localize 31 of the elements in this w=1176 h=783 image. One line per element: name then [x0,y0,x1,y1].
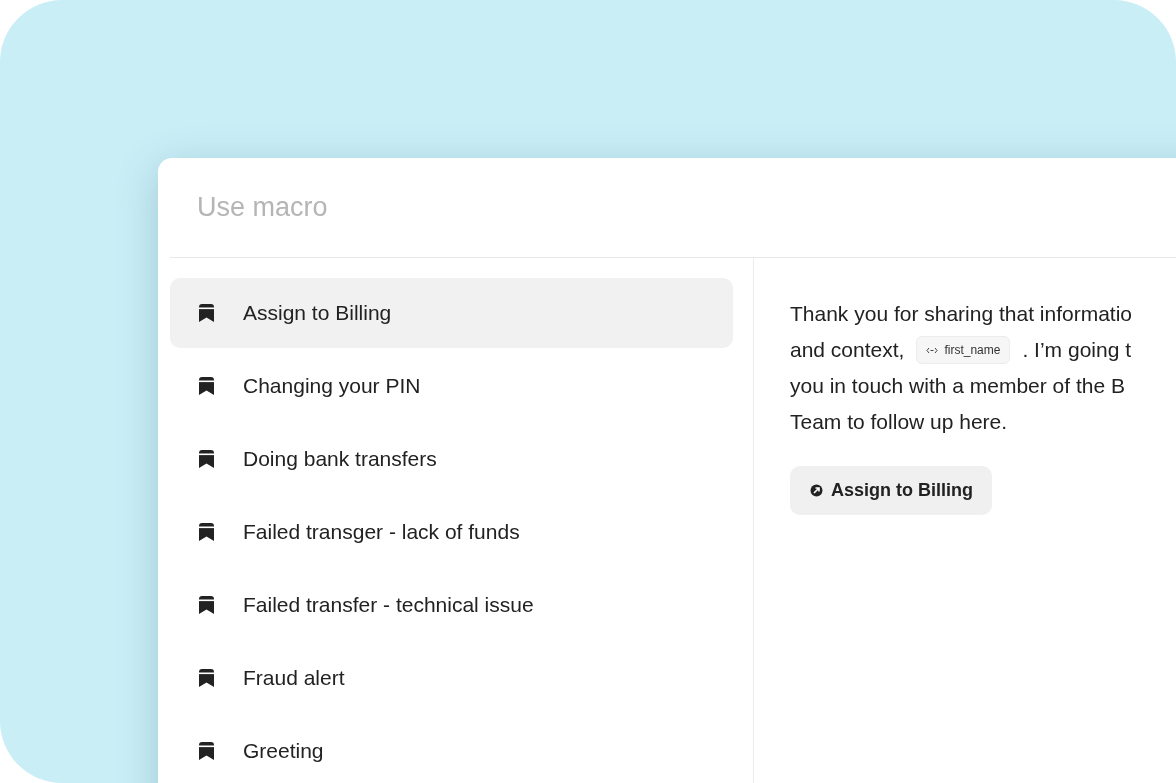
message-text: and context, [790,338,905,362]
macro-label: Assign to Billing [243,301,392,325]
message-text: Thank you for sharing that informatio [790,302,1132,326]
bookmark-icon [198,522,215,542]
bookmark-icon [198,595,215,615]
macro-item[interactable]: Assign to Billing [170,278,733,348]
bookmark-icon [198,741,215,761]
macro-label: Changing your PIN [243,374,421,398]
macro-item[interactable]: Changing your PIN [170,351,733,421]
macro-item[interactable]: Failed transfer - technical issue [170,570,733,640]
bookmark-icon [198,376,215,396]
bookmark-icon [198,668,215,688]
macro-item[interactable]: Fraud alert [170,643,733,713]
macro-item[interactable]: Failed transger - lack of funds [170,497,733,567]
search-field[interactable]: Use macro [197,192,797,223]
code-icon [926,346,939,354]
message-text: . I’m going t [1022,338,1131,362]
message-text: Team to follow up here. [790,410,1008,434]
assign-button[interactable]: Assign to Billing [790,466,992,515]
macro-label: Doing bank transfers [243,447,437,471]
macro-label: Failed transfer - technical issue [243,593,534,617]
macro-label: Fraud alert [243,666,345,690]
macro-item[interactable]: Greeting [170,716,733,783]
arrow-circle-icon [810,484,823,497]
macro-label: Failed transger - lack of funds [243,520,520,544]
bookmark-icon [198,449,215,469]
bookmark-icon [198,303,215,323]
macro-label: Greeting [243,739,324,763]
variable-name: first_name [944,343,1001,357]
message-text: you in touch with a member of the B [790,374,1125,398]
macro-item[interactable]: Doing bank transfers [170,424,733,494]
